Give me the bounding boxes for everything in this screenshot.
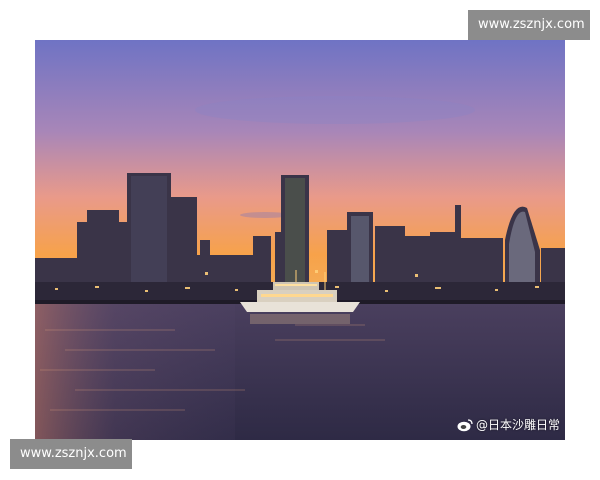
weibo-icon (457, 418, 473, 431)
city-harbor-photo (35, 40, 565, 440)
photo-credit-text: @日本沙雕日常 (475, 418, 560, 432)
watermark-top: www.zsznjx.com (468, 10, 590, 40)
watermark-bottom: www.zsznjx.com (10, 439, 132, 469)
photo-credit: @日本沙雕日常 (457, 416, 560, 433)
